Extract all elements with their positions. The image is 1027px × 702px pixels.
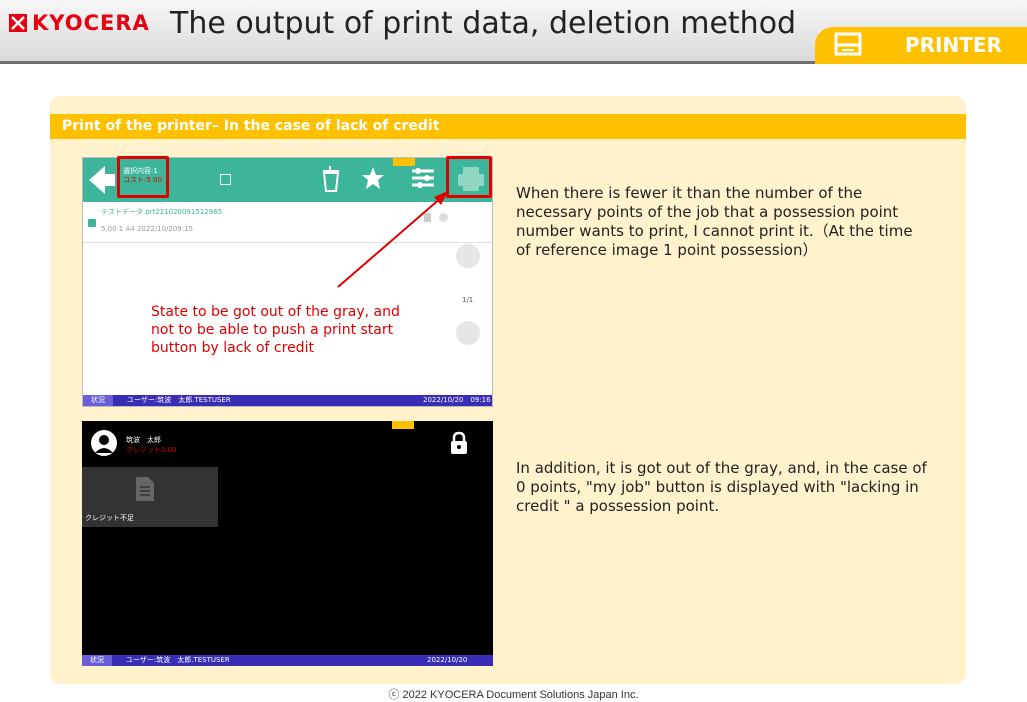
- job-name: テストデータ.prt221020091512965: [101, 208, 223, 216]
- my-job-tile[interactable]: クレジット不足: [82, 467, 218, 527]
- tag-label: PRINTER: [905, 33, 1002, 57]
- page-title: The output of print data, deletion metho…: [170, 6, 797, 41]
- dropdown-tab[interactable]: [392, 421, 414, 429]
- cost-highlight-box: [117, 156, 169, 198]
- job-checkbox[interactable]: [88, 219, 96, 227]
- printer-icon: [834, 32, 862, 56]
- panel-heading: Print of the printer– In the case of lac…: [50, 114, 966, 139]
- status-bar: 状況 ユーザー:筑波 太郎.TESTUSER 2022/10/20 09:16: [83, 395, 492, 406]
- kyocera-logo: KYOCERA: [8, 8, 150, 38]
- status-bar: 状況 ユーザー:筑波 太郎.TESTUSER 2022/10/20 10:19: [82, 655, 493, 666]
- status-user: ユーザー:筑波 太郎.TESTUSER: [127, 396, 231, 404]
- page-indicator: 1/1: [462, 296, 474, 304]
- lock-icon[interactable]: [450, 431, 468, 455]
- description-2: In addition, it is got out of the gray, …: [516, 459, 927, 515]
- select-all-checkbox[interactable]: [220, 174, 231, 185]
- status-datetime: 2022/10/20 10:19: [427, 656, 474, 664]
- scroll-down-button[interactable]: [456, 321, 480, 345]
- status-user: ユーザー:筑波 太郎.TESTUSER: [126, 656, 230, 664]
- job-meta: 5.00 1 A4 2022/10/209:15: [101, 225, 194, 233]
- document-icon: [136, 477, 154, 501]
- annotation-arrow: [337, 191, 448, 288]
- status-chip[interactable]: 状況: [82, 655, 112, 666]
- tile-label: クレジット不足: [85, 514, 134, 522]
- description-1: When there is fewer it than the number o…: [516, 184, 913, 259]
- status-datetime: 2022/10/20 09:16: [423, 396, 491, 404]
- dropdown-tab[interactable]: [393, 158, 415, 166]
- kyocera-logo-icon: [9, 14, 27, 32]
- back-arrow-icon[interactable]: [87, 164, 117, 196]
- brand-name: KYOCERA: [32, 11, 150, 35]
- section-tag: PRINTER: [815, 27, 1027, 64]
- login-screen-mockup: 筑波 太郎 クレジット0.00 クレジット不足 状況 ユーザー:筑波 太郎.TE…: [82, 421, 493, 666]
- credit-label: クレジット0.00: [126, 446, 177, 454]
- status-chip[interactable]: 状況: [83, 395, 113, 406]
- user-avatar-icon: [91, 430, 117, 456]
- annotation-text: State to be got out of the gray, and not…: [151, 304, 400, 356]
- copyright-footer: ⓒ 2022 KYOCERA Document Solutions Japan …: [388, 689, 639, 701]
- user-name: 筑波 太郎: [126, 436, 161, 444]
